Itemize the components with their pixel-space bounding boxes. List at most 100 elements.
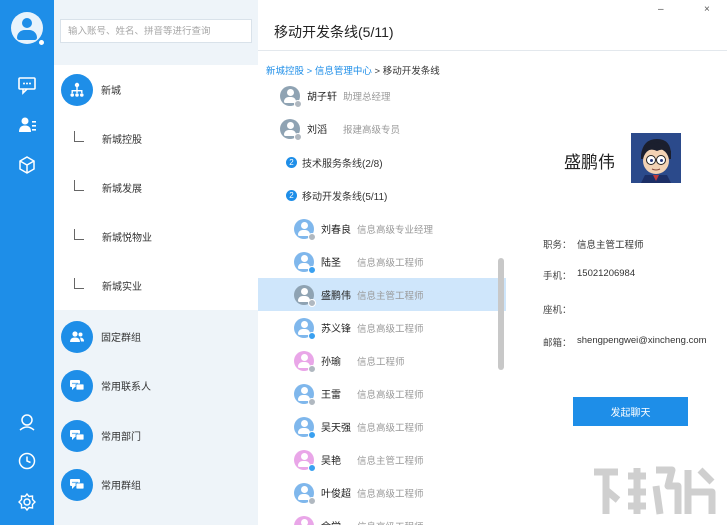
org-panel: 新城 新城控股 新城发展 新城悦物业 新城实业 固定群组 常用联系人 常用部门: [54, 0, 258, 525]
avatar: [294, 482, 316, 505]
org-item-sub[interactable]: 新城实业: [54, 261, 258, 310]
status-dot: [308, 298, 316, 307]
chat-bubbles-icon: [61, 369, 93, 402]
member-row[interactable]: 王雷 信息高级工程师: [258, 377, 506, 410]
field-value: 信息主管工程师: [577, 240, 644, 251]
org-item-label: 新城控股: [102, 135, 142, 146]
chat-icon[interactable]: [15, 73, 39, 97]
org-item-frequent-groups[interactable]: 常用群组: [54, 460, 258, 509]
chat-bubbles-icon: [61, 419, 93, 452]
field-key: 邮箱：: [543, 338, 572, 349]
member-role: 信息主管工程师: [357, 455, 424, 467]
user-avatar[interactable]: [11, 12, 46, 47]
group-row[interactable]: 2 技术服务条线(2/8): [286, 155, 383, 170]
tree-elbow: [74, 131, 84, 142]
org-item-frequent-contacts[interactable]: 常用联系人: [54, 361, 258, 410]
org-item-label: 固定群组: [101, 333, 141, 344]
apps-cube-icon[interactable]: [15, 153, 39, 177]
org-item-label: 常用部门: [101, 432, 141, 443]
tree-elbow: [74, 180, 84, 191]
member-row[interactable]: 盛鹏伟 信息主管工程师: [258, 278, 506, 311]
field-value: 15021206984: [577, 268, 636, 279]
org-item-sub[interactable]: 新城控股: [54, 114, 258, 163]
org-item-sub[interactable]: 新城悦物业: [54, 212, 258, 261]
header-divider: [258, 50, 727, 51]
profile-icon[interactable]: [15, 410, 39, 434]
avatar: [294, 449, 316, 472]
minimize-button[interactable]: –: [658, 4, 664, 15]
member-row[interactable]: 余学...信息高级工程师: [258, 509, 506, 525]
close-button[interactable]: ×: [704, 4, 710, 15]
field-key: 职务：: [543, 240, 572, 251]
avatar: [280, 118, 302, 141]
member-row[interactable]: 胡子轩 助理总经理: [258, 79, 506, 112]
member-role: 报建高级专员: [343, 124, 401, 136]
org-item-label: 常用联系人: [101, 382, 151, 393]
member-role: 信息高级工程师: [357, 519, 424, 525]
avatar: [294, 251, 316, 274]
online-status-dot: [37, 38, 46, 47]
chat-bubbles-icon: [61, 468, 93, 501]
member-role: 信息高级工程师: [357, 257, 424, 269]
avatar: [294, 515, 314, 525]
org-tree-icon: [61, 73, 93, 106]
scrollbar[interactable]: [498, 258, 504, 370]
org-item-label: 新城悦物业: [102, 233, 152, 244]
avatar: [294, 317, 316, 340]
avatar: [294, 350, 316, 373]
group-people-icon: [61, 320, 93, 353]
member-name: 刘春良: [321, 225, 351, 236]
org-item-sub[interactable]: 新城发展: [54, 163, 258, 212]
member-row[interactable]: 吴艳 信息主管工程师: [258, 443, 506, 476]
org-item-label: 新城实业: [102, 282, 142, 293]
member-row[interactable]: 刘春良 信息高级专业经理: [258, 212, 506, 245]
clock-icon[interactable]: [15, 449, 39, 473]
status-dot: [308, 364, 316, 373]
group-row[interactable]: 2 移动开发条线(5/11): [286, 188, 387, 203]
member-row[interactable]: 苏义锋 信息高级工程师: [258, 311, 506, 344]
org-item-fixed-groups[interactable]: 固定群组: [54, 312, 258, 361]
member-row[interactable]: 陆圣 信息高级工程师: [258, 245, 506, 278]
member-row[interactable]: 刘滔 报建高级专员: [258, 112, 506, 145]
breadcrumb-separator: >: [371, 66, 383, 77]
search-box[interactable]: [60, 19, 252, 43]
main-panel: 移动开发条线(5/11) – × 新城控股 > 信息管理中心 > 移动开发条线 …: [258, 0, 727, 525]
status-dot: [308, 463, 316, 472]
status-dot: [308, 331, 316, 340]
contact-name: 盛鹏伟: [564, 153, 615, 172]
status-dot: [308, 496, 316, 505]
avatar: [280, 85, 302, 108]
app-rail: [0, 0, 54, 525]
start-chat-button[interactable]: 发起聊天: [573, 397, 688, 426]
member-role: 信息高级专业经理: [357, 224, 434, 236]
member-role: 信息工程师: [357, 356, 405, 368]
count-badge: 2: [286, 190, 297, 201]
contact-field: 座机：: [543, 302, 577, 316]
breadcrumb: 新城控股 > 信息管理中心 > 移动开发条线: [266, 63, 440, 77]
member-role: 信息高级工程师: [357, 323, 424, 335]
member-role: 信息高级工程师: [357, 389, 424, 401]
member-name: 陆圣: [321, 258, 341, 269]
member-role: 信息主管工程师: [357, 290, 424, 302]
org-item-frequent-departments[interactable]: 常用部门: [54, 411, 258, 460]
search-input[interactable]: [68, 25, 251, 37]
member-row[interactable]: 叶俊超 信息高级工程师: [258, 476, 506, 509]
contacts-icon[interactable]: [15, 113, 39, 137]
breadcrumb-separator: >: [304, 66, 315, 77]
member-row[interactable]: 吴天强 信息高级工程师: [258, 410, 506, 443]
field-key: 座机：: [543, 305, 572, 316]
breadcrumb-link[interactable]: 新城控股: [266, 66, 304, 77]
org-item-root[interactable]: 新城: [54, 65, 258, 114]
tree-elbow: [74, 229, 84, 240]
breadcrumb-current: 移动开发条线: [382, 66, 440, 77]
member-row[interactable]: 孙瑜 信息工程师: [258, 344, 506, 377]
settings-icon[interactable]: [15, 490, 39, 514]
org-item-label: 新城发展: [102, 184, 142, 195]
breadcrumb-link[interactable]: 信息管理中心: [315, 66, 372, 77]
member-role: 助理总经理: [343, 91, 391, 103]
status-dot: [308, 397, 316, 406]
status-dot: [308, 430, 316, 439]
contact-field: 职务： 信息主管工程师: [543, 237, 644, 251]
org-item-label: 常用群组: [101, 481, 141, 492]
tree-elbow: [74, 278, 84, 289]
